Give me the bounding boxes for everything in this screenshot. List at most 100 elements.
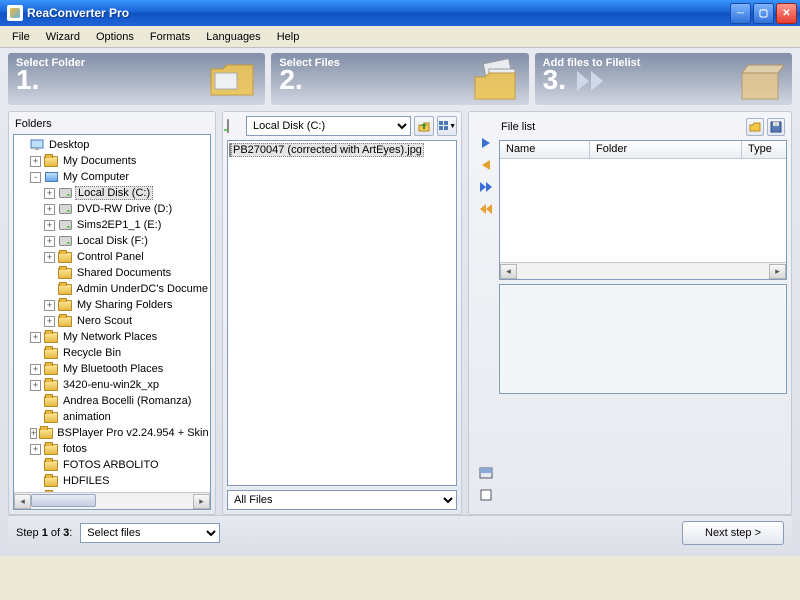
folder-icon (43, 378, 59, 392)
tree-node[interactable]: +Control Panel (14, 249, 210, 265)
filelist-scrollbar[interactable]: ◂ ▸ (500, 262, 786, 279)
tree-node[interactable]: -My Computer (14, 169, 210, 185)
disk-icon (57, 218, 73, 232)
folder-icon (57, 282, 73, 296)
tree-node[interactable]: Admin UnderDC's Docume (14, 281, 210, 297)
expand-toggle[interactable]: + (44, 252, 55, 263)
up-folder-icon (417, 119, 431, 133)
expand-toggle[interactable]: - (30, 172, 41, 183)
expand-toggle (16, 140, 27, 151)
menu-formats[interactable]: Formats (142, 28, 198, 46)
tree-node[interactable]: +Sims2EP1_1 (E:) (14, 217, 210, 233)
remove-all-button[interactable] (478, 202, 494, 216)
tree-node[interactable]: + My Documents (14, 153, 210, 169)
app-icon (7, 5, 23, 21)
expand-toggle[interactable]: + (30, 364, 41, 375)
files-panel: Local Disk (C:) ▼ PB270047 (corrected wi… (222, 111, 462, 515)
minimize-button[interactable]: ─ (730, 3, 751, 24)
folder-icon (57, 250, 73, 264)
expand-toggle[interactable]: + (44, 316, 55, 327)
add-button[interactable] (478, 136, 494, 150)
tree-node[interactable]: +Local Disk (C:) (14, 185, 210, 201)
tree-node[interactable]: animation (14, 409, 210, 425)
folder-icon (57, 314, 73, 328)
filelist-scroll-left[interactable]: ◂ (500, 264, 517, 279)
up-folder-button[interactable] (414, 116, 434, 136)
step-2-header: Select Files 2. (271, 53, 528, 105)
tree-node[interactable]: FOTOS ARBOLITO (14, 457, 210, 473)
expand-toggle (44, 268, 55, 279)
folder-tree[interactable]: Desktop+My Documents-My Computer+Local D… (14, 135, 210, 492)
menu-options[interactable]: Options (88, 28, 142, 46)
expand-toggle[interactable]: + (30, 332, 41, 343)
file-row[interactable]: PB270047 (corrected with ArtEyes).jpg (229, 142, 455, 158)
scroll-left-button[interactable]: ◂ (14, 494, 31, 509)
checkbox-toggle-button[interactable] (478, 488, 494, 502)
filelist-scroll-right[interactable]: ▸ (769, 264, 786, 279)
expand-toggle (30, 476, 41, 487)
tree-node[interactable]: +fotos (14, 441, 210, 457)
column-name[interactable]: Name (500, 141, 590, 158)
save-list-button[interactable] (767, 118, 785, 136)
scroll-thumb[interactable] (31, 494, 96, 507)
expand-toggle[interactable]: + (44, 236, 55, 247)
folder-icon (57, 266, 73, 280)
menu-file[interactable]: File (4, 28, 38, 46)
tree-scrollbar[interactable]: ◂ ▸ (14, 492, 210, 509)
wizard-step-select[interactable]: Select files (80, 523, 220, 543)
tree-node[interactable]: +My Sharing Folders (14, 297, 210, 313)
tree-node[interactable]: Recycle Bin (14, 345, 210, 361)
expand-toggle[interactable]: + (44, 220, 55, 231)
monitor-icon (43, 170, 59, 184)
step-indicator: Step 1 of 3: (16, 527, 72, 539)
source-file-list[interactable]: PB270047 (corrected with ArtEyes).jpg (227, 140, 457, 486)
open-list-button[interactable] (746, 118, 764, 136)
maximize-button[interactable]: ▢ (753, 3, 774, 24)
tree-node-label: FOTOS ARBOLITO (61, 459, 161, 471)
expand-toggle[interactable]: + (30, 444, 41, 455)
tree-node[interactable]: Andrea Bocelli (Romanza) (14, 393, 210, 409)
tree-node[interactable]: +Nero Scout (14, 313, 210, 329)
tree-node-label: My Documents (61, 155, 138, 167)
menu-help[interactable]: Help (269, 28, 308, 46)
add-all-button[interactable] (478, 180, 494, 194)
tree-node[interactable]: +3420-enu-win2k_xp (14, 377, 210, 393)
tree-node-label: DVD-RW Drive (D:) (75, 203, 174, 215)
view-mode-button[interactable]: ▼ (437, 116, 457, 136)
tree-node[interactable]: + DVD-RW Drive (D:) (14, 201, 210, 217)
expand-toggle[interactable]: + (44, 300, 55, 311)
expand-toggle[interactable]: + (30, 380, 41, 391)
open-folder-icon (749, 121, 761, 133)
menu-wizard[interactable]: Wizard (38, 28, 88, 46)
disk-icon (57, 202, 73, 216)
file-label: PB270047 (corrected with ArtEyes).jpg (231, 143, 424, 157)
step-headers: Select Folder 1. Select Files 2. Add fil… (8, 53, 792, 105)
column-folder[interactable]: Folder (590, 141, 742, 158)
tree-node[interactable]: + Local Disk (F:) (14, 233, 210, 249)
step-3-header: Add files to Filelist 3. (535, 53, 792, 105)
expand-toggle[interactable]: + (44, 188, 55, 199)
tree-node[interactable]: HDFILES (14, 473, 210, 489)
tree-node[interactable]: +BSPlayer Pro v2.24.954 + Skin (14, 425, 210, 441)
file-filter-select[interactable]: All Files (227, 490, 457, 510)
menu-languages[interactable]: Languages (198, 28, 268, 46)
expand-toggle[interactable]: + (44, 204, 55, 215)
folders-panel: Folders Desktop+My Documents-My Computer… (8, 111, 216, 515)
tree-node[interactable]: +My Network Places (14, 329, 210, 345)
next-step-button[interactable]: Next step > (682, 521, 784, 545)
tree-node-label: Local Disk (F:) (75, 235, 150, 247)
preview-toggle-button[interactable] (478, 466, 494, 480)
scroll-right-button[interactable]: ▸ (193, 494, 210, 509)
filelist-header: File list (501, 121, 535, 133)
column-type[interactable]: Type (742, 141, 786, 158)
tree-node[interactable]: Desktop (14, 137, 210, 153)
filelist-table-body[interactable] (500, 159, 786, 262)
expand-toggle[interactable]: + (30, 428, 37, 439)
transfer-buttons (473, 116, 499, 510)
close-button[interactable]: ✕ (776, 3, 797, 24)
tree-node[interactable]: Shared Documents (14, 265, 210, 281)
drive-select[interactable]: Local Disk (C:) (246, 116, 411, 136)
remove-button[interactable] (478, 158, 494, 172)
tree-node[interactable]: +My Bluetooth Places (14, 361, 210, 377)
expand-toggle[interactable]: + (30, 156, 41, 167)
